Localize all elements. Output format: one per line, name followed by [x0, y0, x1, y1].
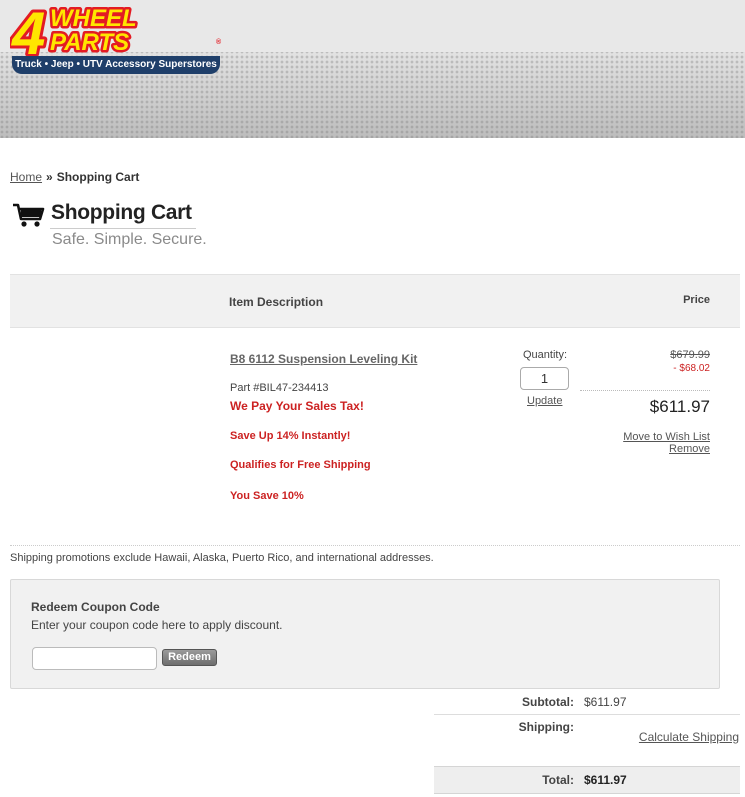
promo-free-shipping: Qualifies for Free Shipping	[230, 459, 371, 471]
svg-text:PARTS: PARTS	[50, 29, 129, 56]
svg-text:®: ®	[216, 38, 222, 46]
total-value: $611.97	[584, 773, 627, 787]
quantity-label: Quantity:	[523, 349, 568, 361]
logo-wordmark: 4 4 WHEEL WHEEL PARTS PARTS ®	[10, 4, 222, 60]
breadcrumb-home-link[interactable]: Home	[10, 170, 42, 184]
total-label: Total:	[542, 773, 574, 787]
svg-text:4: 4	[11, 4, 45, 60]
price-divider	[580, 390, 710, 391]
breadcrumb: Home » Shopping Cart	[10, 170, 139, 184]
price-original: $679.99	[670, 349, 710, 361]
column-header-price: Price	[683, 294, 710, 306]
subtotal-value: $611.97	[584, 695, 627, 709]
logo-tagline: Truck • Jeep • UTV Accessory Superstores	[12, 56, 220, 74]
site-logo[interactable]: 4 4 WHEEL WHEEL PARTS PARTS ® Truck • Je…	[10, 4, 224, 76]
coupon-description: Enter your coupon code here to apply dis…	[31, 618, 283, 632]
cart-table-header: Item Description Price	[10, 274, 740, 328]
coupon-title: Redeem Coupon Code	[31, 600, 160, 614]
column-header-description: Item Description	[229, 295, 324, 309]
subtotal-label: Subtotal:	[522, 695, 574, 709]
breadcrumb-current: Shopping Cart	[56, 170, 140, 184]
shipping-note: Shipping promotions exclude Hawaii, Alas…	[10, 552, 434, 564]
promo-save-instantly: Save Up 14% Instantly!	[230, 430, 351, 442]
move-to-wishlist-link[interactable]: Move to Wish List	[623, 431, 710, 443]
redeem-button[interactable]: Redeem	[162, 649, 217, 666]
totals-divider	[434, 714, 740, 715]
promo-you-save: You Save 10%	[230, 490, 304, 502]
quantity-input[interactable]	[520, 367, 569, 390]
shipping-label: Shipping:	[518, 720, 574, 734]
price-discount: - $68.02	[673, 363, 710, 374]
price-current: $611.97	[649, 397, 710, 416]
remove-item-link[interactable]: Remove	[669, 443, 710, 455]
breadcrumb-separator: »	[46, 170, 53, 184]
page-title: Shopping Cart	[51, 201, 192, 224]
item-part-number: Part #BIL47-234413	[230, 382, 329, 394]
svg-text:WHEEL: WHEEL	[50, 5, 137, 32]
shopping-cart-icon	[13, 203, 45, 227]
coupon-code-input[interactable]	[32, 647, 157, 670]
site-header: 4 4 WHEEL WHEEL PARTS PARTS ® Truck • Je…	[0, 0, 745, 138]
item-name-link[interactable]: B8 6112 Suspension Leveling Kit	[230, 352, 417, 366]
title-divider	[50, 228, 196, 229]
coupon-panel: Redeem Coupon Code Enter your coupon cod…	[10, 579, 720, 689]
promo-sales-tax: We Pay Your Sales Tax!	[230, 399, 364, 413]
update-quantity-link[interactable]: Update	[527, 395, 562, 407]
item-divider	[10, 545, 740, 546]
page-subtitle: Safe. Simple. Secure.	[52, 231, 207, 248]
calculate-shipping-link[interactable]: Calculate Shipping	[639, 730, 739, 744]
